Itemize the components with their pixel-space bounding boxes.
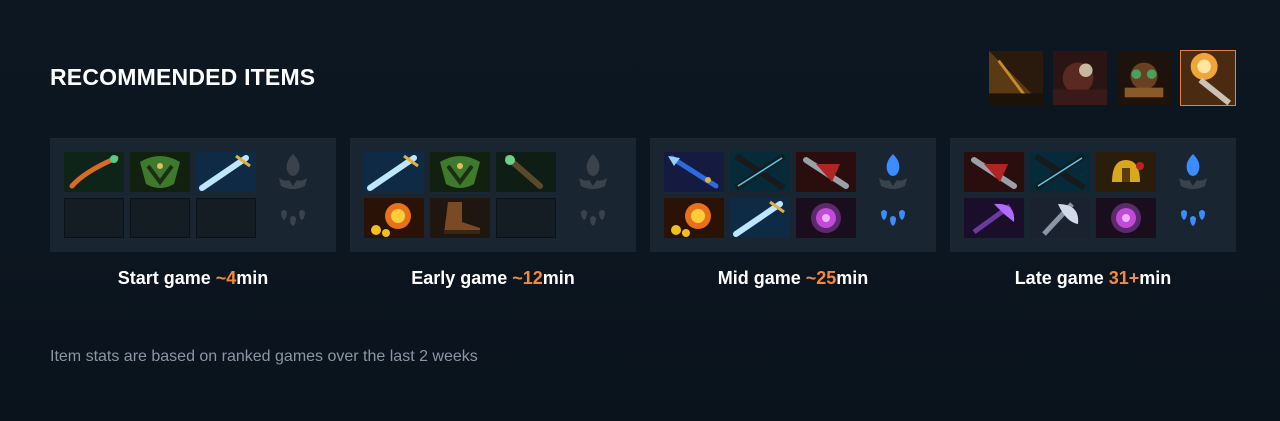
stage-label-mid: Mid game ~25min bbox=[717, 268, 869, 288]
shadow-blade-icon[interactable] bbox=[730, 152, 790, 192]
wraith-band-icon[interactable] bbox=[130, 152, 190, 192]
neutral-enhancement-slot-mid[interactable] bbox=[875, 198, 911, 238]
crystal-axe-icon[interactable] bbox=[964, 198, 1024, 238]
page-title: RECOMMENDED ITEMS bbox=[50, 64, 316, 90]
empty-item-slot bbox=[64, 198, 124, 238]
footnote: Item stats are based on ranked games ove… bbox=[50, 348, 478, 365]
empty-item-slot bbox=[496, 198, 556, 238]
dragon-lance-icon[interactable] bbox=[664, 152, 724, 192]
neutral-enhancement-slot-late[interactable] bbox=[1175, 198, 1211, 238]
shadow-blade-icon[interactable] bbox=[1030, 152, 1090, 192]
broadsword-icon[interactable] bbox=[730, 198, 790, 238]
blight-stone-icon[interactable] bbox=[64, 152, 124, 192]
desolator-icon[interactable] bbox=[796, 152, 856, 192]
silver-axe-icon[interactable] bbox=[1030, 198, 1090, 238]
empty-item-slot bbox=[130, 198, 190, 238]
broadsword-icon[interactable] bbox=[196, 152, 256, 192]
build-variant-selector bbox=[988, 50, 1236, 106]
variant-1-thumbnail[interactable] bbox=[988, 50, 1044, 106]
neutral-item-slot-start[interactable] bbox=[275, 152, 311, 192]
wraith-band-icon[interactable] bbox=[430, 152, 490, 192]
mana-orb-icon[interactable] bbox=[1096, 198, 1156, 238]
neutral-item-slot-late[interactable] bbox=[1175, 152, 1211, 192]
magic-wand-icon[interactable] bbox=[496, 152, 556, 192]
stage-label-early: Early game ~12min bbox=[411, 268, 575, 288]
desolator-icon[interactable] bbox=[964, 152, 1024, 192]
orb-of-fire-icon[interactable] bbox=[364, 198, 424, 238]
neutral-item-slot-early[interactable] bbox=[575, 152, 611, 192]
helm-icon[interactable] bbox=[1096, 152, 1156, 192]
neutral-enhancement-slot-early[interactable] bbox=[575, 198, 611, 238]
neutral-enhancement-slot-start[interactable] bbox=[275, 198, 311, 238]
stage-label-late: Late game 31+min bbox=[1014, 268, 1172, 288]
mana-orb-icon[interactable] bbox=[796, 198, 856, 238]
empty-item-slot bbox=[196, 198, 256, 238]
variant-2-thumbnail[interactable] bbox=[1052, 50, 1108, 106]
stage-label-start: Start game ~4min bbox=[117, 268, 269, 288]
variant-4-thumbnail[interactable] bbox=[1180, 50, 1236, 106]
variant-3-thumbnail[interactable] bbox=[1116, 50, 1172, 106]
boots-icon[interactable] bbox=[430, 198, 490, 238]
broadsword-icon[interactable] bbox=[364, 152, 424, 192]
neutral-item-slot-mid[interactable] bbox=[875, 152, 911, 192]
orb-of-fire-icon[interactable] bbox=[664, 198, 724, 238]
